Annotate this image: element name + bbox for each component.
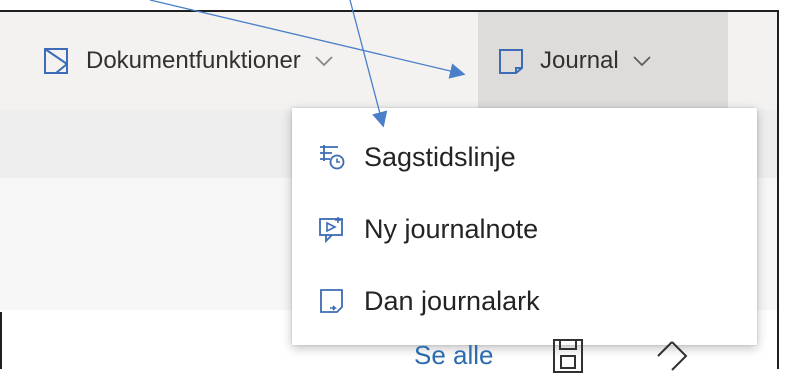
document-functions-button[interactable]: Dokumentfunktioner bbox=[30, 12, 478, 110]
journal-sheet-icon bbox=[318, 287, 346, 315]
journal-icon bbox=[496, 46, 526, 76]
document-functions-label: Dokumentfunktioner bbox=[86, 47, 301, 74]
journal-label: Journal bbox=[540, 47, 619, 74]
document-corner-icon bbox=[42, 46, 72, 76]
menu-item-label: Sagstidslinje bbox=[364, 141, 516, 172]
menu-item-label: Dan journalark bbox=[364, 285, 540, 316]
chevron-down-icon bbox=[313, 50, 335, 72]
menu-item-label: Ny journalnote bbox=[364, 213, 539, 244]
tag-icon[interactable] bbox=[652, 336, 692, 376]
menu-item-dan-journalark[interactable]: Dan journalark bbox=[292, 266, 757, 336]
menu-item-ny-journalnote[interactable]: Ny journalnote bbox=[292, 194, 757, 264]
timeline-icon bbox=[318, 143, 346, 171]
menu-item-sagstidslinje[interactable]: Sagstidslinje bbox=[292, 122, 757, 192]
content-divider bbox=[0, 312, 2, 369]
journal-dropdown-menu: Sagstidslinje Ny journalnote Dan journal… bbox=[292, 108, 757, 345]
journal-button[interactable]: Journal bbox=[478, 12, 728, 110]
new-note-icon bbox=[318, 215, 346, 243]
see-all-link[interactable]: Se alle bbox=[414, 340, 494, 371]
save-icon[interactable] bbox=[548, 336, 588, 376]
chevron-down-icon bbox=[631, 50, 653, 72]
